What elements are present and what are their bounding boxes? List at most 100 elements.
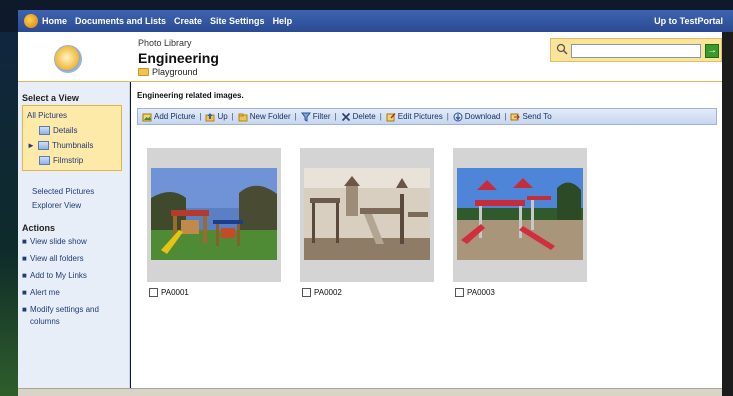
new-folder-icon: [238, 113, 248, 121]
bullet-icon: ■: [22, 271, 27, 280]
search-go-button[interactable]: →: [705, 44, 719, 58]
toolbar-separator: |: [231, 112, 234, 121]
view-filmstrip[interactable]: Filmstrip: [23, 153, 121, 168]
view-details[interactable]: Details: [23, 123, 121, 138]
thumbnail-card[interactable]: [300, 148, 434, 282]
thumbnail-caption: PA0002: [302, 288, 342, 297]
view-thumbnails[interactable]: ► Thumbnails: [23, 138, 121, 153]
add-picture-button[interactable]: Add Picture: [142, 112, 195, 122]
search-icon: [556, 43, 568, 55]
thumbnail-caption: PA0001: [149, 288, 189, 297]
main-content: Engineering related images. Add Picture …: [131, 82, 722, 388]
select-checkbox[interactable]: [302, 288, 311, 297]
view-filmstrip-label: Filmstrip: [53, 156, 84, 165]
toolbar-separator: |: [446, 112, 449, 121]
library-description: Engineering related images.: [137, 91, 244, 100]
action-add-to-my-links[interactable]: ■ Add to My Links: [18, 270, 129, 287]
action-alert-me[interactable]: ■ Alert me: [18, 287, 129, 304]
playground-photo-3[interactable]: [457, 168, 583, 260]
thumbnail-card[interactable]: [147, 148, 281, 282]
thumbnail-name[interactable]: PA0001: [161, 288, 189, 297]
window-edge-right: [722, 32, 733, 396]
folder-icon: [138, 68, 149, 76]
nav-create[interactable]: Create: [174, 16, 202, 26]
action-modify-settings[interactable]: ■ Modify settings and columns: [18, 304, 129, 328]
action-label: View all folders: [30, 254, 84, 263]
view-all-pictures-label: All Pictures: [27, 111, 68, 120]
action-view-all-folders[interactable]: ■ View all folders: [18, 253, 129, 270]
toolbar-separator: |: [334, 112, 337, 121]
page-title: Engineering: [138, 50, 219, 66]
desktop-background-left: [0, 32, 18, 396]
thumbnail-name[interactable]: PA0003: [467, 288, 495, 297]
current-folder: Playground: [138, 67, 198, 77]
view-all-pictures[interactable]: All Pictures: [23, 108, 121, 123]
nav-help[interactable]: Help: [273, 16, 293, 26]
toolbar-label: Send To: [522, 112, 552, 121]
toolbar-separator: |: [379, 112, 382, 121]
actions-heading: Actions: [22, 223, 56, 233]
selected-pictures-link[interactable]: Selected Pictures: [18, 185, 129, 199]
library-type-label: Photo Library: [138, 38, 192, 48]
playground-photo-2[interactable]: [304, 168, 430, 260]
photo-library-icon: [54, 45, 82, 73]
playground-photo-1[interactable]: [151, 168, 277, 260]
up-button[interactable]: Up: [205, 112, 228, 122]
toolbar-label: Delete: [352, 112, 376, 121]
bullet-icon: ■: [22, 237, 27, 246]
folder-name: Playground: [152, 67, 198, 77]
sidebar: Select a View All Pictures Details ► Thu…: [18, 82, 130, 388]
search-area: →: [550, 38, 722, 62]
toolbar-separator: |: [199, 112, 202, 121]
filter-icon: [300, 112, 311, 122]
details-view-icon: [39, 126, 50, 135]
bullet-icon: ■: [22, 305, 27, 314]
bullet-icon: ■: [22, 288, 27, 297]
action-label: Modify settings and columns: [30, 305, 99, 326]
send-to-button[interactable]: Send To: [510, 112, 552, 122]
action-label: Add to My Links: [30, 271, 87, 280]
folder-up-icon: [205, 112, 215, 121]
edit-pictures-icon: [386, 112, 396, 121]
edit-pictures-button[interactable]: Edit Pictures: [386, 112, 443, 122]
filmstrip-view-icon: [39, 156, 50, 165]
page-header: Photo Library Engineering Playground →: [18, 32, 722, 82]
select-view-heading: Select a View: [22, 93, 79, 103]
nav-home[interactable]: Home: [42, 16, 67, 26]
toolbar-separator: |: [504, 112, 507, 121]
select-checkbox[interactable]: [149, 288, 158, 297]
delete-button[interactable]: Delete: [341, 112, 376, 122]
action-label: View slide show: [30, 237, 87, 246]
new-folder-button[interactable]: New Folder: [238, 112, 291, 122]
bullet-icon: ■: [22, 254, 27, 263]
browser-status-bar: [18, 388, 722, 396]
thumbnail-name[interactable]: PA0002: [314, 288, 342, 297]
thumbnails-view-icon: [38, 141, 49, 150]
toolbar-label: Edit Pictures: [397, 112, 443, 121]
search-input[interactable]: [571, 44, 701, 58]
library-toolbar: Add Picture | Up | New Folder | Filter |…: [137, 108, 717, 125]
toolbar-label: Download: [464, 112, 501, 121]
toolbar-label: Up: [217, 112, 228, 121]
download-button[interactable]: Download: [453, 112, 501, 122]
view-selector: All Pictures Details ► Thumbnails Filmst…: [22, 105, 122, 171]
action-view-slide-show[interactable]: ■ View slide show: [18, 236, 129, 253]
toolbar-label: Add Picture: [154, 112, 196, 121]
thumbnail-caption: PA0003: [455, 288, 495, 297]
view-thumbnails-label: Thumbnails: [52, 141, 94, 150]
nav-site-settings[interactable]: Site Settings: [210, 16, 265, 26]
select-checkbox[interactable]: [455, 288, 464, 297]
sharepoint-logo-icon[interactable]: [24, 14, 38, 28]
toolbar-label: Filter: [312, 112, 331, 121]
thumbnail-card[interactable]: [453, 148, 587, 282]
view-details-label: Details: [53, 126, 78, 135]
explorer-view-link[interactable]: Explorer View: [18, 199, 129, 213]
action-label: Alert me: [30, 288, 60, 297]
add-picture-icon: [142, 113, 152, 121]
delete-icon: [341, 112, 350, 121]
filter-button[interactable]: Filter: [300, 112, 331, 122]
top-nav-bar: Home Documents and Lists Create Site Set…: [18, 10, 733, 32]
up-to-portal-link[interactable]: Up to TestPortal: [654, 16, 723, 26]
toolbar-separator: |: [294, 112, 297, 121]
nav-documents-and-lists[interactable]: Documents and Lists: [75, 16, 166, 26]
